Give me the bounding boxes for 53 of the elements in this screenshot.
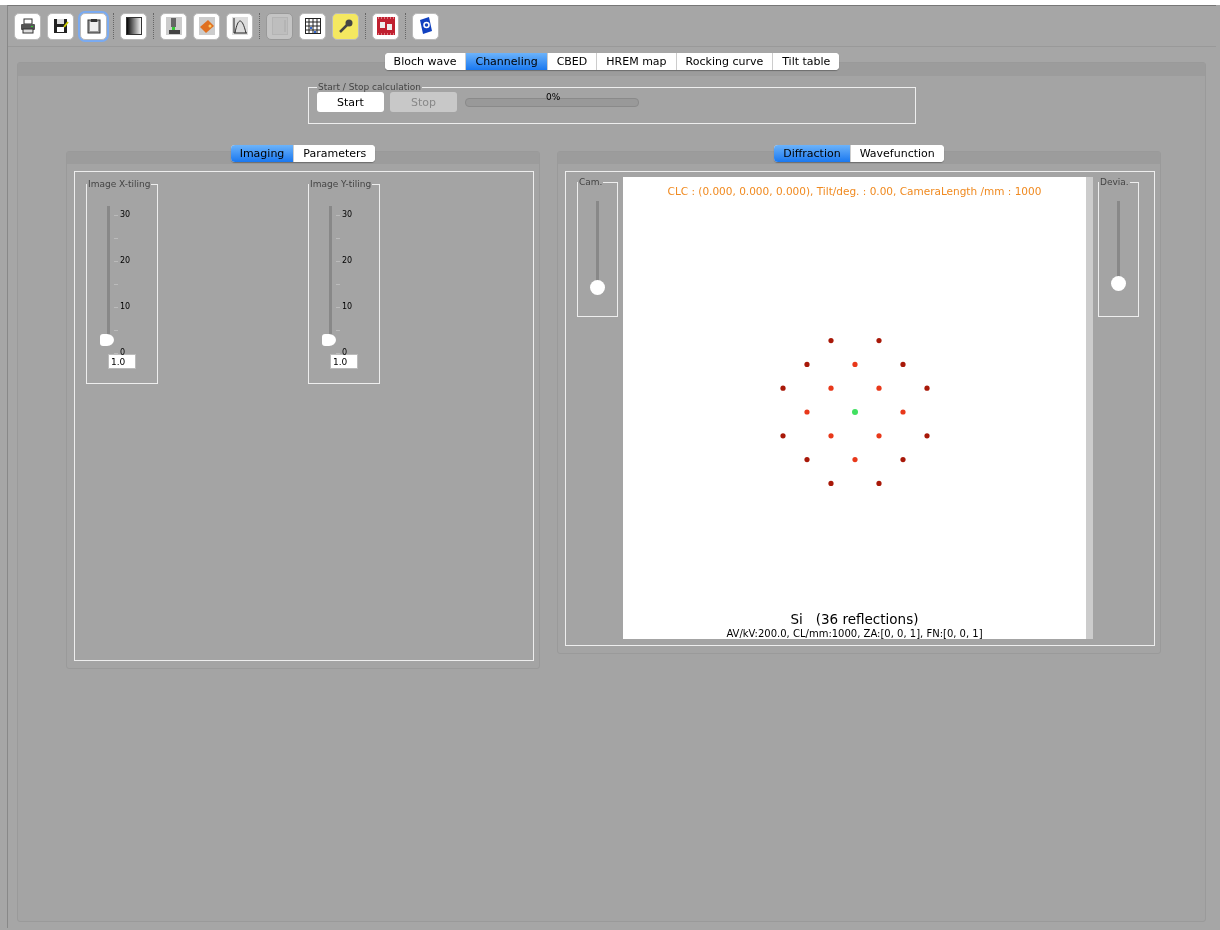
view-title: Si (36 reflections) — [790, 611, 919, 627]
tab[interactable]: Tilt table — [773, 53, 840, 70]
tick-label: 20 — [342, 256, 353, 265]
toolbar-button[interactable] — [14, 12, 41, 40]
group-title: Start / Stop calculation — [317, 82, 422, 92]
start-button[interactable]: Start — [317, 92, 384, 112]
view-info: AV/kV:200.0, CL/mm:1000, ZA:[0, 0, 1], FN:[0, 0, 1] — [726, 628, 983, 639]
curve-plot-icon — [231, 17, 248, 35]
slider-title: Cam. — [578, 177, 604, 187]
toolbar-button[interactable] — [80, 12, 107, 40]
tick-label: 20 — [120, 256, 131, 265]
printer-icon — [19, 18, 36, 34]
gradient-icon — [125, 17, 142, 35]
slider-thumb[interactable] — [322, 334, 336, 346]
slider-thumb[interactable] — [100, 334, 114, 346]
toolbar-button[interactable] — [299, 12, 326, 40]
tick-label: 30 — [120, 210, 131, 219]
value-field[interactable]: 1.0 — [108, 354, 136, 369]
slider-title: Image Y-tiling — [309, 179, 373, 189]
tab[interactable]: Channeling — [466, 53, 548, 70]
toolbar-button[interactable] — [47, 12, 74, 40]
toolbar-button[interactable] — [372, 12, 399, 40]
slider-thumb[interactable] — [590, 280, 605, 295]
slider-title: Image X-tiling — [87, 179, 152, 189]
slider-thumb[interactable] — [1111, 275, 1126, 291]
tab[interactable]: HREM map — [597, 53, 677, 70]
progress-reading: 0% — [546, 91, 561, 102]
tab[interactable]: Parameters — [294, 145, 376, 162]
help-book-icon — [418, 17, 433, 35]
tag-icon — [198, 17, 215, 35]
microscope-icon — [165, 17, 182, 35]
tab[interactable]: Imaging — [230, 145, 295, 162]
grid-icon — [304, 18, 321, 34]
slider-title: Devia. — [1099, 177, 1130, 187]
tick-label: 10 — [342, 302, 353, 311]
tab[interactable]: Diffraction — [774, 145, 851, 162]
key-icon — [337, 18, 354, 34]
tab[interactable]: CBED — [547, 53, 598, 70]
clipboard-icon — [85, 18, 102, 34]
toolbar-button[interactable] — [160, 12, 187, 40]
toolbar-button[interactable] — [412, 12, 439, 40]
tab[interactable]: Bloch wave — [384, 53, 467, 70]
tab[interactable]: Rocking curve — [676, 53, 774, 70]
tab[interactable]: Wavefunction — [850, 145, 944, 162]
toolbar-button[interactable] — [332, 12, 359, 40]
toolbar-button[interactable] — [120, 12, 147, 40]
view-header: CLC : (0.000, 0.000, 0.000), Tilt/deg. : 0.00, CameraLength /mm : 1000 — [667, 185, 1042, 197]
tick-label: 30 — [342, 210, 353, 219]
tick-label: 0 — [120, 348, 126, 357]
value-field[interactable]: 1.0 — [330, 354, 358, 369]
tick-label: 0 — [342, 348, 348, 357]
tick-label: 10 — [120, 302, 131, 311]
film-strip-icon — [376, 17, 395, 35]
